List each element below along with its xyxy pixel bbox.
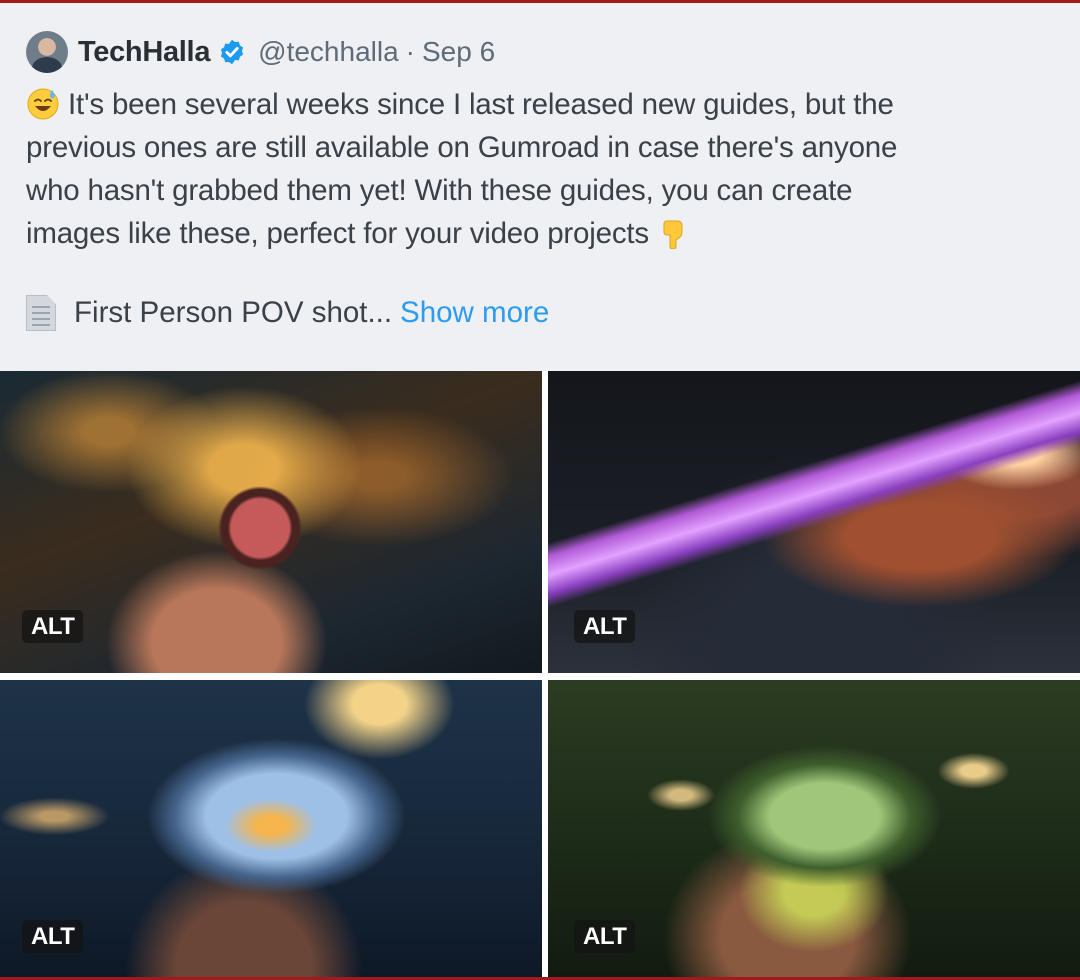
alt-badge[interactable]: ALT	[574, 920, 636, 953]
alt-badge[interactable]: ALT	[22, 610, 84, 643]
author-handle[interactable]: @techhalla	[258, 36, 399, 68]
avatar[interactable]	[26, 31, 68, 73]
tweet-text-line: who hasn't grabbed them yet! With these …	[26, 174, 853, 207]
tweet-text-line: previous ones are still available on Gum…	[26, 131, 898, 164]
crystal-heart-image[interactable]: ALT	[548, 680, 1080, 977]
crystal-wand-image[interactable]: ALT	[548, 371, 1080, 673]
verified-badge-icon	[218, 38, 246, 66]
second-paragraph-text: First Person POV shot...	[74, 296, 393, 329]
media-grid: ALT ALT ALT ALT	[0, 371, 1080, 977]
tweet-card: TechHalla @techhalla · Sep 6 It's been s…	[0, 0, 1080, 980]
alt-badge[interactable]: ALT	[22, 920, 84, 953]
sweat-smile-emoji-icon	[26, 86, 60, 120]
crystal-skull-image[interactable]: ALT	[0, 680, 542, 977]
show-more-link[interactable]: Show more	[400, 296, 549, 330]
pointing-down-emoji-icon	[657, 215, 691, 250]
page-facing-up-icon	[26, 295, 56, 331]
tweet-text-line: images like these, perfect for your vide…	[26, 212, 1056, 255]
tweet-second-paragraph: First Person POV shot... Show more	[26, 295, 549, 331]
separator-dot: ·	[405, 36, 415, 67]
tweet-date[interactable]: Sep 6	[422, 36, 495, 68]
tweet-content: TechHalla @techhalla · Sep 6 It's been s…	[0, 3, 1080, 371]
tweet-text-line: It's been several weeks since I last rel…	[26, 83, 1056, 126]
author-name[interactable]: TechHalla	[78, 36, 210, 69]
tweet-header: TechHalla @techhalla · Sep 6	[26, 29, 495, 75]
alt-badge[interactable]: ALT	[574, 610, 636, 643]
tweet-text: It's been several weeks since I last rel…	[26, 83, 1056, 255]
pocket-watch-image[interactable]: ALT	[0, 371, 542, 673]
